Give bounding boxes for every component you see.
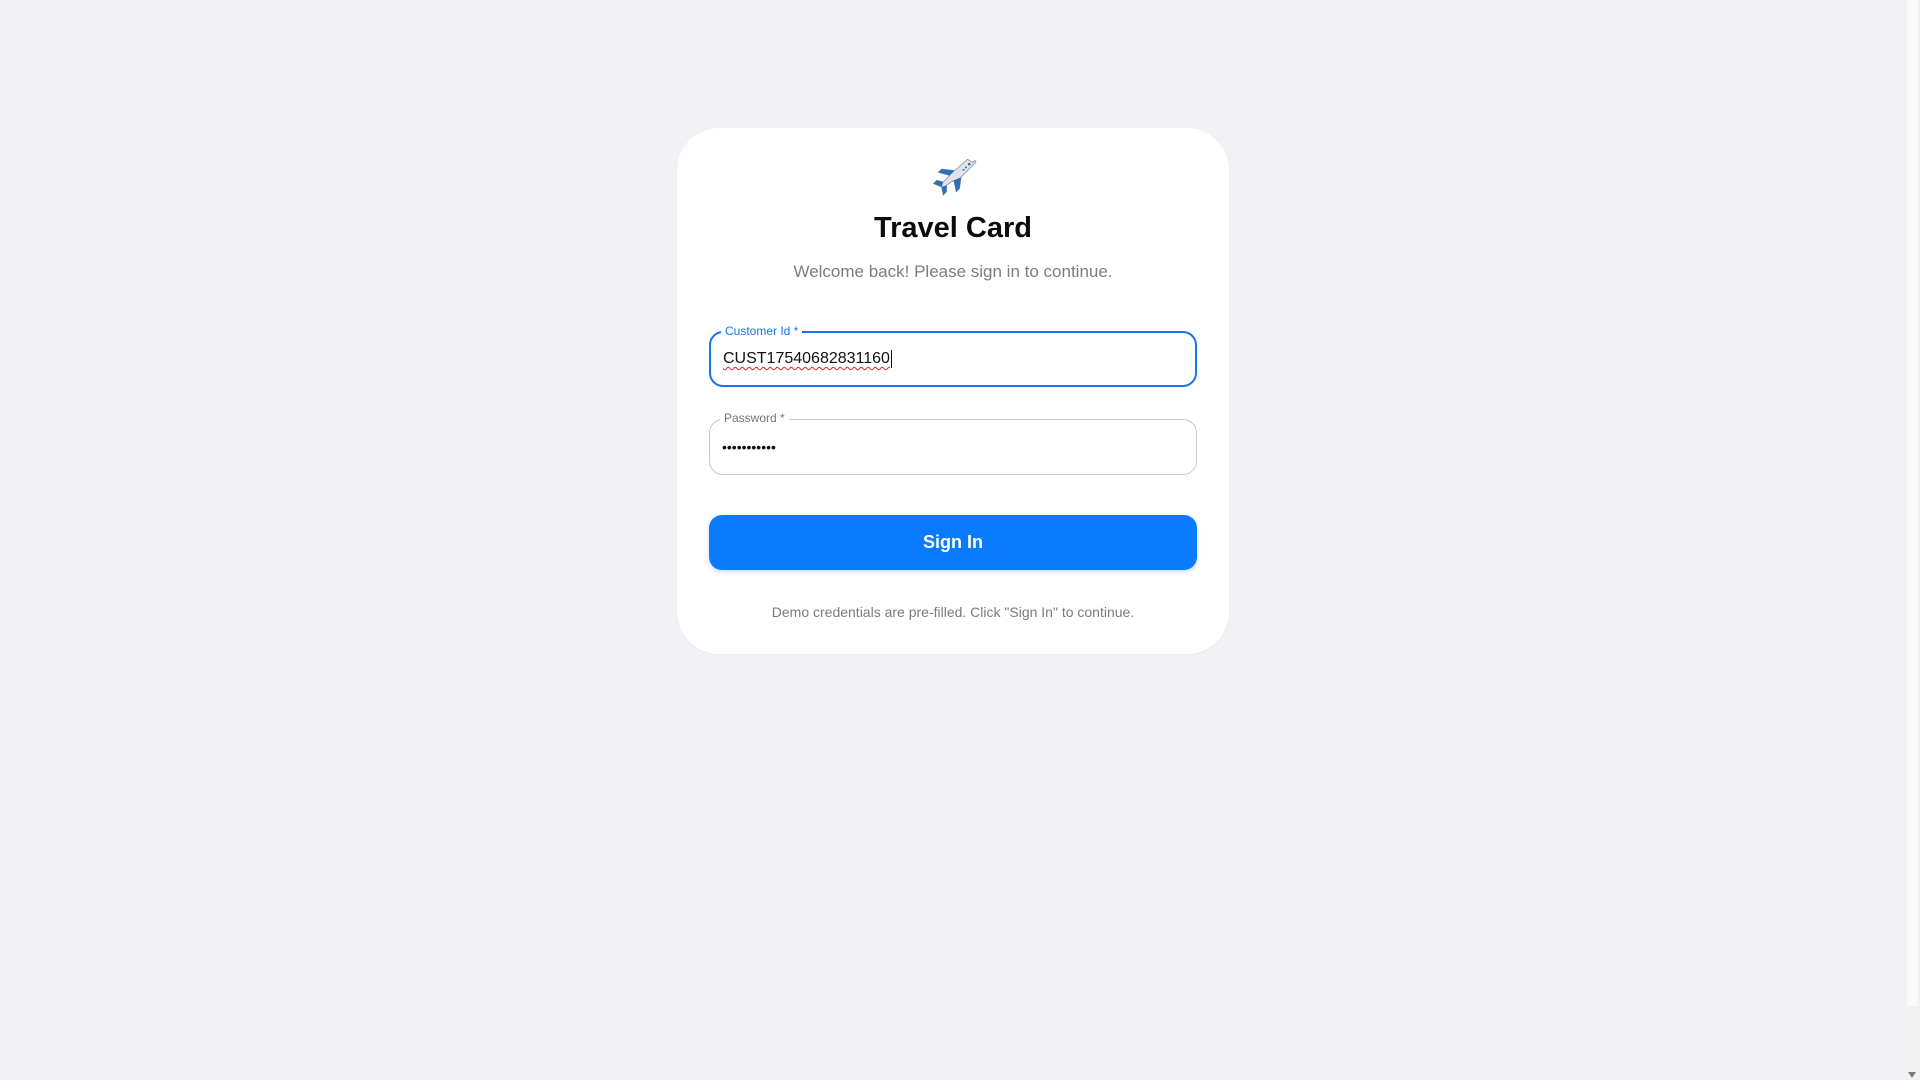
password-input[interactable]: ••••••••••• (722, 420, 1184, 474)
page-subtitle: Welcome back! Please sign in to continue… (793, 262, 1113, 281)
airplane-icon (677, 156, 1229, 212)
demo-credentials-hint: Demo credentials are pre-filled. Click "… (771, 604, 1135, 620)
customer-id-input[interactable]: CUST17540682831160 (723, 333, 1183, 385)
password-field[interactable]: Password * ••••••••••• (709, 411, 1197, 475)
customer-id-field[interactable]: Customer Id * CUST17540682831160 (709, 324, 1197, 387)
vertical-scrollbar[interactable] (1905, 0, 1920, 1080)
password-value: ••••••••••• (722, 439, 776, 455)
page-title: Travel Card (874, 212, 1032, 244)
login-page: Travel Card Welcome back! Please sign in… (0, 0, 1920, 1080)
scrollbar-thumb[interactable] (1907, 0, 1918, 1006)
scroll-down-arrow-icon[interactable] (1908, 1072, 1916, 1078)
text-caret (890, 350, 892, 368)
sign-in-button[interactable]: Sign In (709, 515, 1197, 570)
login-card: Travel Card Welcome back! Please sign in… (677, 128, 1229, 654)
customer-id-value: CUST17540682831160 (723, 350, 890, 367)
